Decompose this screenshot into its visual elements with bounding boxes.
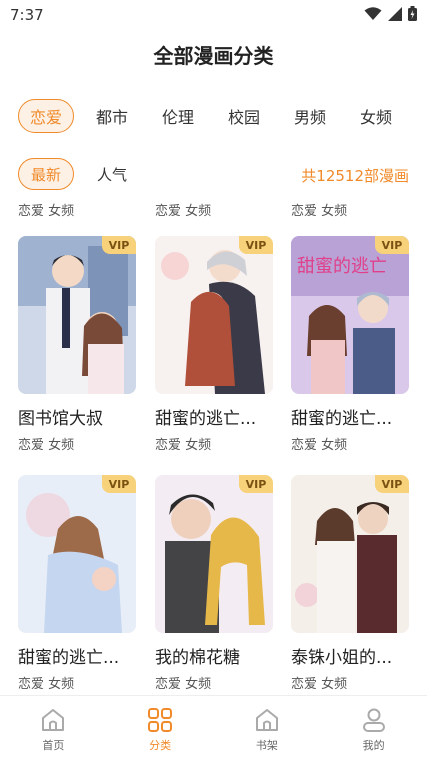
vip-badge: VIP — [102, 236, 136, 254]
comic-grid[interactable]: 恋爱 女频 恋爱 女频 恋爱 女频 VIP 图书馆大叔 恋爱 女频 VIP 甜蜜… — [0, 198, 427, 695]
comic-tags: 恋爱 女频 — [291, 438, 348, 453]
comic-tags: 恋爱 女频 — [18, 438, 75, 453]
comic-cover[interactable]: VIP — [155, 475, 273, 633]
cover-illustration — [155, 236, 273, 394]
vip-badge: VIP — [375, 475, 409, 493]
vip-badge: VIP — [375, 236, 409, 254]
comic-title[interactable]: 我的棉花糖 — [155, 643, 273, 668]
cover-illustration — [291, 475, 409, 633]
nav-category[interactable]: 分类 — [107, 696, 214, 760]
cover-illustration — [18, 475, 136, 633]
comic-card[interactable]: VIP 泰铢小姐的... 恋爱 女频 — [291, 475, 409, 692]
comic-card[interactable]: VIP 我的棉花糖 恋爱 女频 — [155, 475, 273, 692]
comic-tags: 恋爱 女频 — [18, 677, 75, 692]
comic-tags: 恋爱 女频 — [18, 204, 75, 219]
cover-text: 甜蜜的逃亡 — [297, 256, 387, 277]
comic-cover[interactable]: VIP — [291, 475, 409, 633]
nav-label-bookshelf: 书架 — [255, 739, 278, 752]
nav-profile[interactable]: 我的 — [320, 696, 427, 760]
cover-illustration — [155, 475, 273, 633]
comic-tags: 恋爱 女频 — [291, 204, 348, 219]
tab-male[interactable]: 男频 — [282, 99, 338, 133]
vip-badge: VIP — [239, 236, 273, 254]
nav-label-category: 分类 — [149, 739, 172, 752]
sort-tabs: 最新 人气 — [18, 158, 150, 190]
sort-latest[interactable]: 最新 — [18, 158, 74, 190]
comic-card[interactable]: 甜蜜的逃亡 VIP 甜蜜的逃亡... 恋爱 女频 — [291, 236, 409, 453]
comic-title[interactable]: 甜蜜的逃亡... — [155, 404, 273, 429]
bookshelf-icon — [255, 709, 278, 731]
comic-tags: 恋爱 女频 — [291, 677, 348, 692]
tab-ethics[interactable]: 伦理 — [150, 99, 206, 133]
tab-campus[interactable]: 校园 — [216, 99, 272, 133]
comic-cover[interactable]: VIP — [18, 236, 136, 394]
comic-card[interactable]: VIP 图书馆大叔 恋爱 女频 — [18, 236, 136, 453]
nav-home[interactable]: 首页 — [0, 696, 107, 760]
status-time: 7:37 — [10, 6, 44, 24]
profile-icon — [362, 708, 385, 732]
nav-label-profile: 我的 — [362, 739, 385, 752]
comic-tags: 恋爱 女频 — [155, 677, 212, 692]
battery-icon — [408, 6, 417, 21]
sort-popular[interactable]: 人气 — [84, 158, 140, 190]
comic-title[interactable]: 图书馆大叔 — [18, 404, 136, 429]
cover-illustration — [18, 236, 136, 394]
nav-bookshelf[interactable]: 书架 — [214, 696, 321, 760]
comic-title[interactable]: 甜蜜的逃亡... — [18, 643, 136, 668]
comic-title[interactable]: 泰铢小姐的... — [291, 643, 409, 668]
category-grid-icon — [148, 708, 173, 732]
tab-female[interactable]: 女频 — [348, 99, 404, 133]
comic-tags: 恋爱 女频 — [155, 204, 212, 219]
bottom-nav: 首页 分类 书架 我的 — [0, 695, 427, 760]
wifi-icon — [364, 6, 382, 20]
total-count: 共12512部漫画 — [301, 167, 409, 185]
signal-icon — [388, 6, 402, 21]
nav-label-home: 首页 — [42, 739, 65, 752]
comic-card[interactable]: VIP 甜蜜的逃亡... 恋爱 女频 — [18, 475, 136, 692]
comic-cover[interactable]: VIP — [18, 475, 136, 633]
category-tabs: 恋爱 都市 伦理 校园 男频 女频 — [18, 99, 418, 133]
status-bar: 7:37 — [0, 0, 427, 30]
vip-badge: VIP — [239, 475, 273, 493]
comic-title[interactable]: 甜蜜的逃亡... — [291, 404, 409, 429]
comic-tags: 恋爱 女频 — [155, 438, 212, 453]
vip-badge: VIP — [102, 475, 136, 493]
comic-card[interactable]: VIP 甜蜜的逃亡... 恋爱 女频 — [155, 236, 273, 453]
status-icons — [364, 6, 417, 21]
page-title: 全部漫画分类 — [153, 44, 274, 68]
tab-romance[interactable]: 恋爱 — [18, 99, 74, 133]
tab-urban[interactable]: 都市 — [84, 99, 140, 133]
comic-cover[interactable]: 甜蜜的逃亡 VIP — [291, 236, 409, 394]
comic-cover[interactable]: VIP — [155, 236, 273, 394]
partial-row-tags: 恋爱 女频 恋爱 女频 恋爱 女频 — [0, 198, 427, 220]
home-icon — [42, 709, 65, 731]
cover-illustration: 甜蜜的逃亡 — [291, 236, 409, 394]
